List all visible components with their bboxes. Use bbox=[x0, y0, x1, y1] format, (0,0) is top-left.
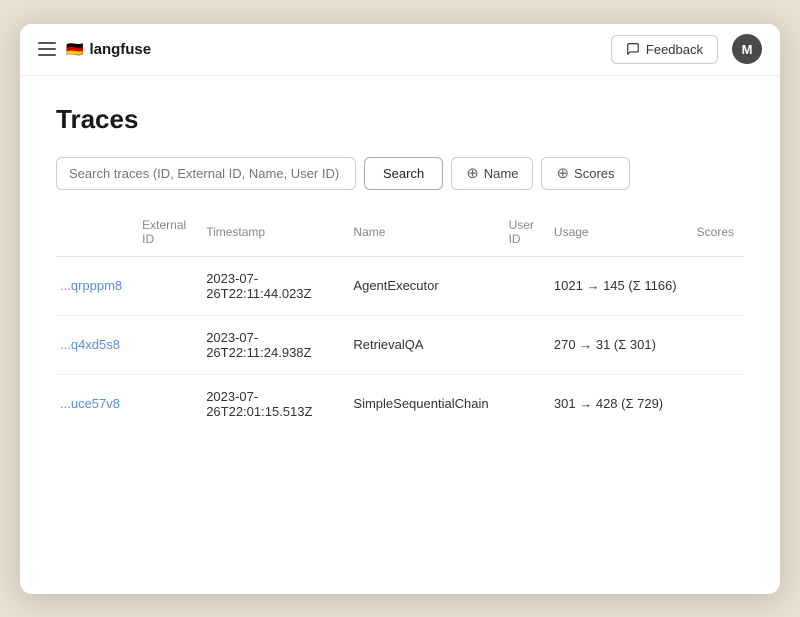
trace-user-id bbox=[499, 374, 544, 433]
topbar: 🇩🇪 langfuse Feedback M bbox=[20, 24, 780, 76]
search-button-label: Search bbox=[383, 166, 424, 181]
search-input[interactable] bbox=[56, 157, 356, 190]
logo-area: 🇩🇪 langfuse bbox=[66, 41, 151, 58]
col-header-id bbox=[56, 208, 132, 257]
hamburger-menu-button[interactable] bbox=[38, 42, 56, 56]
search-input-wrapper bbox=[56, 157, 356, 190]
trace-timestamp: 2023-07-26T22:01:15.513Z bbox=[196, 374, 343, 433]
table-row: ...qrpppm8 2023-07-26T22:11:44.023ZAgentE… bbox=[56, 256, 744, 315]
col-header-user-id: UserID bbox=[499, 208, 544, 257]
scores-filter-label: Scores bbox=[574, 166, 614, 181]
plus-icon-2: ⊕ bbox=[556, 166, 569, 181]
trace-usage: 270 → 31 (Σ 301) bbox=[544, 315, 687, 374]
col-header-timestamp: Timestamp bbox=[196, 208, 343, 257]
trace-external-id bbox=[132, 374, 196, 433]
trace-id-link[interactable]: ...qrpppm8 bbox=[60, 278, 122, 293]
col-header-external-id: ExternalID bbox=[132, 208, 196, 257]
trace-timestamp: 2023-07-26T22:11:24.938Z bbox=[196, 315, 343, 374]
trace-id-link[interactable]: ...uce57v8 bbox=[60, 396, 120, 411]
trace-name: RetrievalQA bbox=[343, 315, 498, 374]
trace-scores bbox=[687, 374, 744, 433]
trace-usage: 1021 → 145 (Σ 1166) bbox=[544, 256, 687, 315]
name-filter-label: Name bbox=[484, 166, 519, 181]
trace-scores bbox=[687, 315, 744, 374]
page-title: Traces bbox=[56, 104, 744, 135]
topbar-left: 🇩🇪 langfuse bbox=[38, 41, 151, 58]
trace-user-id bbox=[499, 256, 544, 315]
col-header-name: Name bbox=[343, 208, 498, 257]
trace-external-id bbox=[132, 256, 196, 315]
avatar[interactable]: M bbox=[732, 34, 762, 64]
table-row: ...q4xd5s8 2023-07-26T22:11:24.938ZRetrie… bbox=[56, 315, 744, 374]
app-name: langfuse bbox=[89, 41, 151, 58]
feedback-button[interactable]: Feedback bbox=[611, 35, 718, 64]
scores-filter-button[interactable]: ⊕ Scores bbox=[541, 157, 629, 190]
trace-name: AgentExecutor bbox=[343, 256, 498, 315]
traces-table: ExternalID Timestamp Name UserID Usage S… bbox=[56, 208, 744, 433]
table-body: ...qrpppm8 2023-07-26T22:11:44.023ZAgentE… bbox=[56, 256, 744, 433]
plus-icon: ⊕ bbox=[466, 166, 479, 181]
filter-bar: Search ⊕ Name ⊕ Scores bbox=[56, 157, 744, 190]
app-window: 🇩🇪 langfuse Feedback M Traces Search bbox=[20, 24, 780, 594]
trace-user-id bbox=[499, 315, 544, 374]
name-filter-button[interactable]: ⊕ Name bbox=[451, 157, 533, 190]
feedback-label: Feedback bbox=[646, 42, 703, 57]
col-header-usage: Usage bbox=[544, 208, 687, 257]
topbar-right: Feedback M bbox=[611, 34, 762, 64]
trace-external-id bbox=[132, 315, 196, 374]
search-button[interactable]: Search bbox=[364, 157, 443, 190]
table-row: ...uce57v8 2023-07-26T22:01:15.513ZSimple… bbox=[56, 374, 744, 433]
logo-flag-icon: 🇩🇪 bbox=[66, 41, 83, 58]
trace-timestamp: 2023-07-26T22:11:44.023Z bbox=[196, 256, 343, 315]
table-header-row: ExternalID Timestamp Name UserID Usage S… bbox=[56, 208, 744, 257]
main-content: Traces Search ⊕ Name ⊕ Scores E bbox=[20, 76, 780, 594]
trace-scores bbox=[687, 256, 744, 315]
col-header-scores: Scores bbox=[687, 208, 744, 257]
feedback-icon bbox=[626, 42, 640, 56]
trace-name: SimpleSequentialChain bbox=[343, 374, 498, 433]
trace-usage: 301 → 428 (Σ 729) bbox=[544, 374, 687, 433]
trace-id-link[interactable]: ...q4xd5s8 bbox=[60, 337, 120, 352]
